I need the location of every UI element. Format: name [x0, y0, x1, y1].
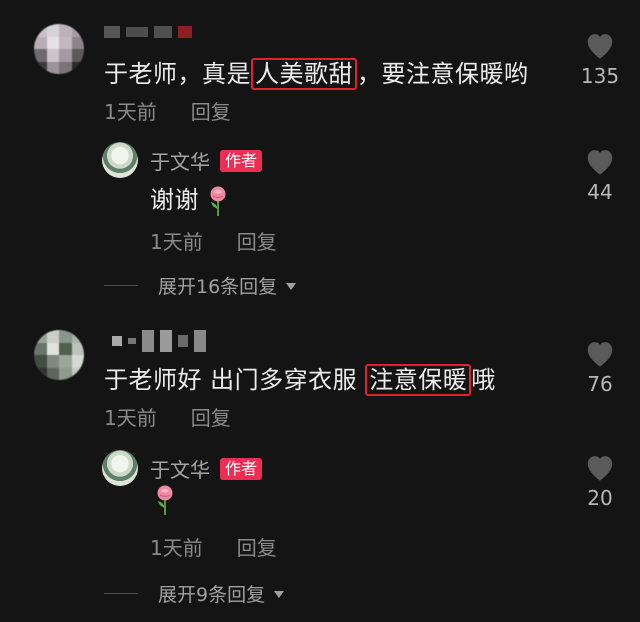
- reply-button[interactable]: 回复: [191, 402, 231, 431]
- author-avatar[interactable]: [102, 450, 138, 486]
- reply-text: [154, 484, 176, 516]
- heart-icon: [587, 342, 613, 367]
- reply-time: 1天前: [150, 230, 203, 254]
- expand-replies-button[interactable]: 展开16条回复: [104, 272, 297, 299]
- reply-time: 1天前: [150, 536, 203, 560]
- author-badge: 作者: [220, 457, 263, 480]
- comment-meta: 1天前 回复: [104, 96, 231, 125]
- like-count: 76: [587, 372, 613, 396]
- like-count: 20: [587, 486, 613, 510]
- commenter-avatar[interactable]: [34, 24, 84, 74]
- expand-replies-label: 展开16条回复: [158, 276, 278, 298]
- commenter-avatar[interactable]: [34, 330, 84, 380]
- rose-emoji: [157, 485, 173, 515]
- comment-text: 于老师好 出门多穿衣服 注意保暖哦: [104, 364, 496, 396]
- highlight-box: 注意保暖: [365, 364, 472, 396]
- like-button[interactable]: 135: [570, 30, 630, 88]
- author-name[interactable]: 于文华: [150, 146, 210, 175]
- commenter-name-blurred[interactable]: [104, 26, 192, 38]
- comment-text: 于老师，真是 人美歌甜 ，要注意保暖哟: [104, 58, 529, 90]
- commenter-name-blurred[interactable]: [112, 330, 206, 352]
- comment-meta: 1天前 回复: [104, 402, 231, 431]
- reply-meta: 1天前 回复: [150, 532, 277, 561]
- like-button[interactable]: 76: [570, 338, 630, 396]
- caret-down-icon: [274, 590, 285, 598]
- like-count: 44: [587, 180, 613, 204]
- reply-button[interactable]: 回复: [237, 226, 277, 255]
- author-name[interactable]: 于文华: [150, 454, 210, 483]
- heart-icon: [587, 150, 613, 175]
- divider-line: [104, 593, 138, 594]
- highlight-box: 人美歌甜: [251, 58, 357, 90]
- heart-icon: [587, 34, 613, 59]
- expand-replies-button[interactable]: 展开9条回复: [104, 580, 285, 607]
- comment-time: 1天前: [104, 100, 157, 124]
- reply-text: 谢谢: [150, 180, 229, 217]
- author-row: 于文华 作者: [150, 146, 263, 175]
- expand-replies-label: 展开9条回复: [158, 584, 266, 606]
- rose-emoji: [210, 186, 226, 216]
- like-count: 135: [580, 64, 620, 88]
- like-button[interactable]: 20: [570, 452, 630, 510]
- comment-time: 1天前: [104, 406, 157, 430]
- reply-button[interactable]: 回复: [237, 532, 277, 561]
- reply-meta: 1天前 回复: [150, 226, 277, 255]
- divider-line: [104, 285, 138, 286]
- caret-down-icon: [286, 282, 297, 290]
- author-avatar[interactable]: [102, 142, 138, 178]
- author-badge: 作者: [220, 149, 263, 172]
- reply-button[interactable]: 回复: [191, 96, 231, 125]
- like-button[interactable]: 44: [570, 146, 630, 204]
- heart-icon: [587, 456, 613, 481]
- author-row: 于文华 作者: [150, 454, 263, 483]
